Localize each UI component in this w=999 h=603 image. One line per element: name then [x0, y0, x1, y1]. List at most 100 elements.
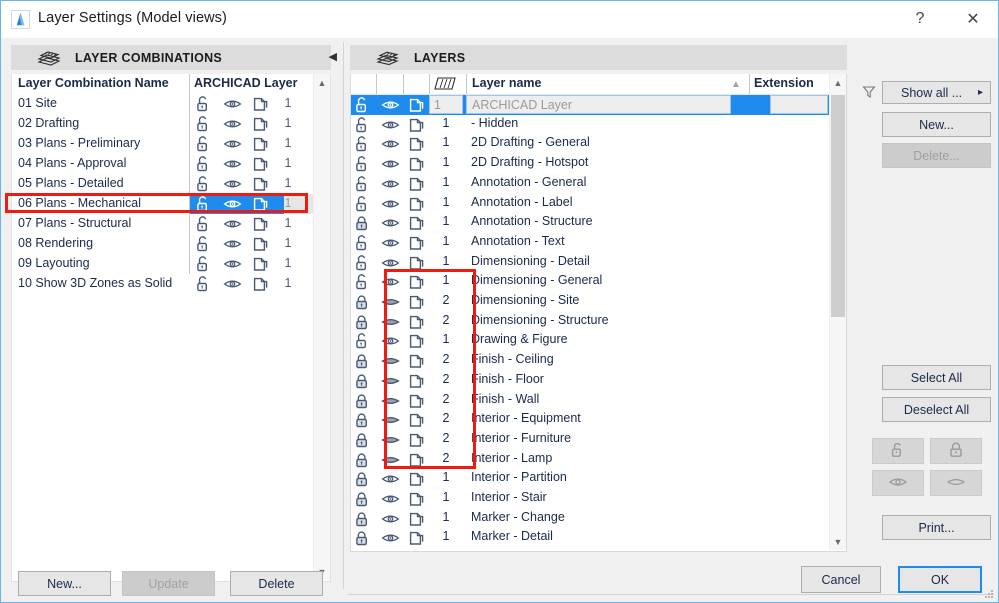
layer-combination-row[interactable]: 05 Plans - Detailed 1: [12, 174, 314, 194]
layer-row[interactable]: 1 2D Drafting - Hotspot: [351, 154, 829, 174]
layer-eye-icon[interactable]: [381, 334, 400, 351]
intersection-group-icon[interactable]: [433, 76, 457, 97]
layer-intersection-number[interactable]: 1: [429, 95, 463, 114]
layer-row[interactable]: 2 Dimensioning - Site: [351, 292, 829, 312]
deselect-all-button[interactable]: Deselect All: [882, 397, 991, 422]
layer-eye-icon[interactable]: [381, 216, 400, 233]
layer-row[interactable]: 1 Marker - Detail: [351, 528, 829, 548]
lc-lock-icon[interactable]: [195, 276, 211, 296]
layer-row[interactable]: 1 Dimensioning - General: [351, 272, 829, 292]
layer-combination-row[interactable]: 07 Plans - Structural 1: [12, 214, 314, 234]
lc-wireframe-icon[interactable]: [252, 116, 269, 136]
layer-row[interactable]: 1 2D Drafting - General: [351, 134, 829, 154]
layer-row[interactable]: 1 ARCHICAD Layer: [351, 95, 829, 115]
layer-row[interactable]: 1 Interior - Partition: [351, 469, 829, 489]
lc-new-button[interactable]: New...: [18, 571, 111, 596]
lc-lock-icon[interactable]: [195, 196, 211, 216]
layer-row[interactable]: 1 Annotation - Structure: [351, 213, 829, 233]
layer-row[interactable]: 2 Interior - Equipment: [351, 410, 829, 430]
layer-row[interactable]: 2 Finish - Wall: [351, 391, 829, 411]
layer-eye-icon[interactable]: [381, 197, 400, 214]
lc-lock-icon[interactable]: [195, 256, 211, 276]
layer-eye-icon[interactable]: [381, 177, 400, 194]
lc-wireframe-icon[interactable]: [252, 236, 269, 256]
layer-eye-icon[interactable]: [381, 295, 400, 312]
layer-eye-icon[interactable]: [381, 236, 400, 253]
layer-eye-icon[interactable]: [381, 512, 400, 529]
layer-eye-icon[interactable]: [381, 118, 400, 135]
lc-scrollbar[interactable]: ▲ ▼: [313, 74, 330, 580]
layer-row[interactable]: 1 Annotation - Label: [351, 194, 829, 214]
layer-row[interactable]: 1 Marker - Change: [351, 509, 829, 529]
lc-eye-icon[interactable]: [223, 277, 242, 294]
lc-eye-icon[interactable]: [223, 177, 242, 194]
show-layers-button[interactable]: [872, 470, 924, 496]
layer-row[interactable]: 2 Dimensioning - Structure: [351, 312, 829, 332]
layer-lock-icon[interactable]: [354, 530, 370, 550]
lc-lock-icon[interactable]: [195, 156, 211, 176]
layer-row[interactable]: 2 Interior - Lamp: [351, 450, 829, 470]
lc-wireframe-icon[interactable]: [252, 176, 269, 196]
layers-col-extension[interactable]: Extension: [754, 76, 814, 90]
lc-lock-icon[interactable]: [195, 216, 211, 236]
lc-scroll-up-icon[interactable]: ▲: [314, 74, 330, 91]
layer-eye-icon[interactable]: [381, 492, 400, 509]
layer-combinations-list[interactable]: Layer Combination Name ARCHICAD Layer 01…: [11, 74, 331, 582]
lc-delete-button[interactable]: Delete: [230, 571, 323, 596]
layer-row[interactable]: 1 - Hidden: [351, 115, 829, 135]
lc-wireframe-icon[interactable]: [252, 136, 269, 156]
layer-new-button[interactable]: New...: [882, 112, 991, 137]
layer-combination-row[interactable]: 09 Layouting 1: [12, 254, 314, 274]
lc-wireframe-icon[interactable]: [252, 96, 269, 116]
layer-eye-icon[interactable]: [381, 433, 400, 450]
layer-combination-row[interactable]: 08 Rendering 1: [12, 234, 314, 254]
layer-row[interactable]: 2 Interior - Furniture: [351, 430, 829, 450]
lc-lock-icon[interactable]: [195, 116, 211, 136]
layer-eye-icon[interactable]: [381, 354, 400, 371]
lc-eye-icon[interactable]: [223, 217, 242, 234]
lc-eye-icon[interactable]: [223, 117, 242, 134]
layers-scroll-thumb[interactable]: [831, 95, 845, 317]
layer-row[interactable]: 1 Drawing & Figure: [351, 331, 829, 351]
lc-wireframe-icon[interactable]: [252, 196, 269, 216]
layer-eye-icon[interactable]: [381, 472, 400, 489]
lc-eye-icon[interactable]: [223, 257, 242, 274]
layer-row[interactable]: 1 Interior - Stair: [351, 489, 829, 509]
layer-eye-icon[interactable]: [381, 137, 400, 154]
lc-eye-icon[interactable]: [223, 157, 242, 174]
cancel-button[interactable]: Cancel: [801, 566, 881, 593]
lc-eye-icon[interactable]: [223, 237, 242, 254]
layer-eye-icon[interactable]: [381, 413, 400, 430]
layers-scrollbar[interactable]: ▲ ▼: [829, 74, 846, 550]
layer-eye-icon[interactable]: [381, 256, 400, 273]
layer-name[interactable]: ARCHICAD Layer: [466, 95, 731, 114]
layer-row[interactable]: 1 Annotation - Text: [351, 233, 829, 253]
lc-wireframe-icon[interactable]: [252, 156, 269, 176]
lc-wireframe-icon[interactable]: [252, 216, 269, 236]
funnel-filter-icon[interactable]: [862, 85, 876, 104]
lc-eye-icon[interactable]: [223, 137, 242, 154]
layer-combination-row[interactable]: 06 Plans - Mechanical 1: [12, 194, 314, 214]
lc-lock-icon[interactable]: [195, 96, 211, 116]
layer-extension-field[interactable]: [770, 95, 828, 114]
layer-combination-row[interactable]: 02 Drafting 1: [12, 114, 314, 134]
layer-eye-icon[interactable]: [381, 374, 400, 391]
layer-eye-icon[interactable]: [381, 531, 400, 548]
layer-eye-icon[interactable]: [381, 453, 400, 470]
ok-button[interactable]: OK: [898, 566, 982, 593]
lc-wireframe-icon[interactable]: [252, 256, 269, 276]
lock-layers-button[interactable]: [930, 438, 982, 464]
layer-wireframe-icon[interactable]: [408, 530, 425, 550]
print-button[interactable]: Print...: [882, 515, 991, 540]
layers-col-name[interactable]: Layer name: [472, 76, 541, 90]
lc-lock-icon[interactable]: [195, 176, 211, 196]
layer-eye-icon[interactable]: [381, 394, 400, 411]
layer-row[interactable]: 1 Dimensioning - Detail: [351, 253, 829, 273]
layers-list[interactable]: Layer name ▲ Extension 1 ARCHICAD Layer 1-…: [350, 74, 847, 552]
layer-combination-row[interactable]: 01 Site 1: [12, 94, 314, 114]
layers-scroll-down-icon[interactable]: ▼: [830, 533, 846, 550]
layer-combination-row[interactable]: 03 Plans - Preliminary 1: [12, 134, 314, 154]
unlock-layers-button[interactable]: [872, 438, 924, 464]
layer-eye-icon[interactable]: [381, 157, 400, 174]
layer-row[interactable]: 2 Finish - Ceiling: [351, 351, 829, 371]
